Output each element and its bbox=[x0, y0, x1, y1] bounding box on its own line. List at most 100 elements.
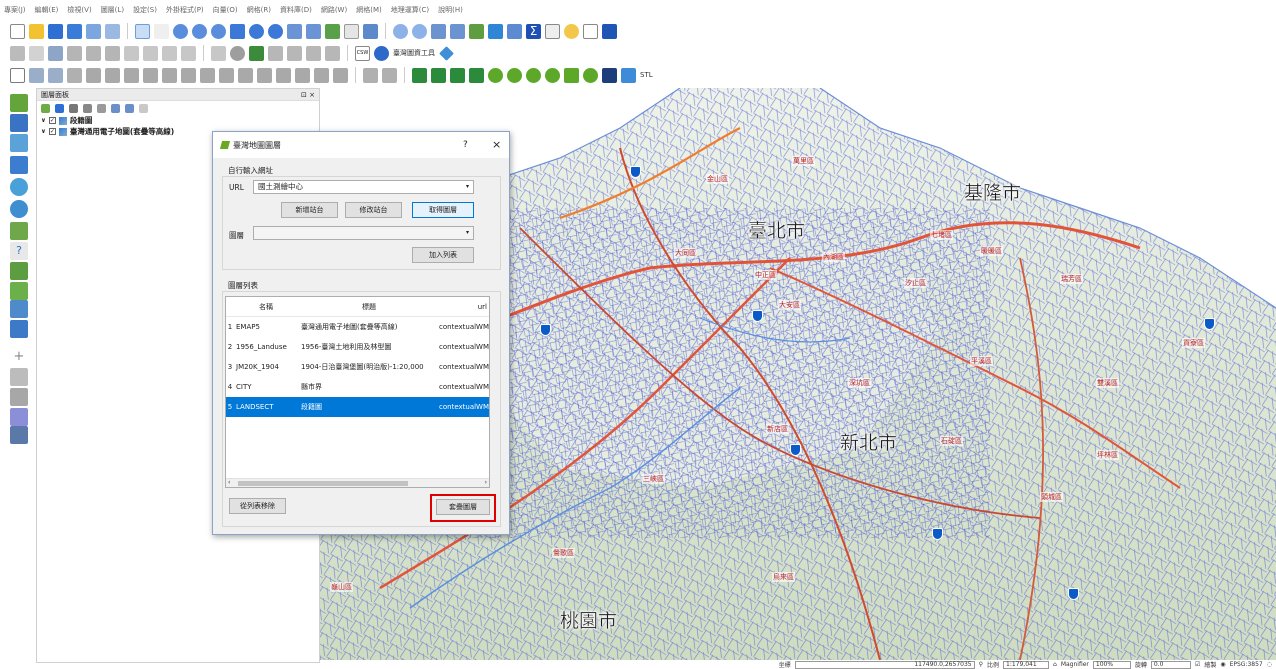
add-wcs-icon[interactable] bbox=[10, 408, 28, 426]
open-layer-styling-icon[interactable] bbox=[41, 103, 50, 113]
add-wms-icon[interactable] bbox=[10, 200, 28, 218]
trace-icon[interactable] bbox=[363, 67, 378, 83]
simplify-icon[interactable] bbox=[105, 67, 120, 83]
clip-icon[interactable] bbox=[526, 67, 541, 83]
add-wfs-icon[interactable] bbox=[10, 222, 28, 240]
raster-align-icon[interactable] bbox=[431, 67, 446, 83]
new-project-icon[interactable] bbox=[10, 23, 25, 39]
histogram-icon[interactable] bbox=[450, 67, 465, 83]
scroll-right-icon[interactable]: › bbox=[485, 479, 487, 486]
deselect-icon[interactable] bbox=[450, 23, 465, 39]
new-temp-layer-icon[interactable] bbox=[10, 320, 28, 338]
cut-features-icon[interactable] bbox=[143, 45, 158, 61]
csw-icon[interactable]: CSW bbox=[355, 45, 370, 61]
measure-icon[interactable] bbox=[545, 23, 560, 39]
pan-to-selection-icon[interactable] bbox=[154, 23, 169, 39]
collapse-all-icon[interactable] bbox=[125, 103, 134, 113]
menu-item[interactable]: 網路(W) bbox=[321, 5, 347, 15]
add-layer-icon[interactable] bbox=[10, 368, 28, 386]
crs-label[interactable]: EPSG:3857 bbox=[1230, 661, 1263, 668]
column-header-url[interactable]: url bbox=[437, 303, 489, 311]
scale-field[interactable]: 1:179,041 bbox=[1003, 660, 1050, 669]
crs-globe-icon[interactable]: ◉ bbox=[1220, 661, 1225, 668]
split-features-icon[interactable] bbox=[257, 67, 272, 83]
redo-icon[interactable] bbox=[48, 67, 63, 83]
table-row[interactable]: 3 JM20K_1904 1904-日治臺灣堡圖(明治版)-1:20,000 c… bbox=[226, 357, 489, 377]
messages-icon[interactable]: ◌ bbox=[1267, 661, 1272, 668]
statistics-icon[interactable] bbox=[507, 23, 522, 39]
field-calculator-icon[interactable] bbox=[488, 23, 503, 39]
zoom-to-selection-icon[interactable] bbox=[230, 23, 245, 39]
menu-item[interactable]: 專案(J) bbox=[4, 5, 26, 15]
pan-map-icon[interactable] bbox=[135, 23, 150, 39]
menu-item[interactable]: 編輯(E) bbox=[35, 5, 59, 15]
new-shapefile-icon[interactable] bbox=[10, 282, 28, 300]
fetch-layers-button[interactable]: 取得圖層 bbox=[412, 202, 474, 218]
tips-icon[interactable] bbox=[564, 23, 579, 39]
menu-item[interactable]: 圖層(L) bbox=[101, 5, 124, 15]
magnifier-field[interactable]: 100% bbox=[1092, 660, 1131, 669]
delete-part-icon[interactable] bbox=[200, 67, 215, 83]
print-layout-icon[interactable] bbox=[86, 23, 101, 39]
add-raster-layer-icon[interactable] bbox=[10, 114, 28, 132]
merge-attributes-icon[interactable] bbox=[314, 67, 329, 83]
scrollbar-thumb[interactable] bbox=[238, 481, 408, 486]
scale-lock-icon[interactable]: ⌂ bbox=[1053, 661, 1057, 668]
new-map-view-icon[interactable] bbox=[325, 23, 340, 39]
menu-item[interactable]: 資料庫(D) bbox=[280, 5, 312, 15]
python-console-icon[interactable] bbox=[602, 23, 617, 39]
chevron-down-icon[interactable]: ∨ bbox=[41, 117, 46, 124]
layer-checkbox[interactable]: ✓ bbox=[48, 117, 56, 124]
stretch-icon[interactable] bbox=[469, 67, 484, 83]
identify-icon[interactable] bbox=[393, 23, 408, 39]
menu-item[interactable]: 地理運算(C) bbox=[391, 5, 429, 15]
save-project-icon[interactable] bbox=[48, 23, 63, 39]
modify-attributes-icon[interactable] bbox=[105, 45, 120, 61]
layer-select[interactable]: ▾ bbox=[253, 226, 474, 240]
copy-features-icon[interactable] bbox=[162, 45, 177, 61]
new-geopackage-icon[interactable] bbox=[10, 300, 28, 318]
add-ring-icon[interactable] bbox=[124, 67, 139, 83]
delete-selected-icon[interactable] bbox=[124, 45, 139, 61]
vector-grid-icon[interactable] bbox=[488, 67, 503, 83]
expand-all-icon[interactable] bbox=[111, 103, 120, 113]
remove-from-list-button[interactable]: 從列表移除 bbox=[229, 498, 286, 514]
horizontal-scrollbar[interactable]: ‹ › bbox=[226, 478, 489, 487]
split-parts-icon[interactable] bbox=[276, 67, 291, 83]
menu-item[interactable]: 向量(O) bbox=[213, 5, 238, 15]
layer-list-table[interactable]: 名稱 標題 url 1 EMAP5 臺灣通用電子地圖(套疊等高線) contex… bbox=[225, 296, 490, 488]
edit-site-button[interactable]: 修改站台 bbox=[345, 202, 402, 218]
open-project-icon[interactable] bbox=[29, 23, 44, 39]
diamond-icon[interactable] bbox=[439, 45, 454, 61]
grid-plugin-icon[interactable] bbox=[564, 67, 579, 83]
zoom-out-icon[interactable] bbox=[192, 23, 207, 39]
rotate-symbols-icon[interactable] bbox=[333, 67, 348, 83]
help-button[interactable]: ? bbox=[463, 140, 468, 150]
snapping-icon[interactable] bbox=[382, 67, 397, 83]
diagram-icon[interactable] bbox=[325, 45, 340, 61]
add-xyz-icon[interactable] bbox=[10, 426, 28, 444]
table-row[interactable]: 1 EMAP5 臺灣通用電子地圖(套疊等高線) contextualWMSLeg… bbox=[226, 317, 489, 337]
advanced-digitize-icon[interactable] bbox=[67, 67, 82, 83]
table-manager-icon[interactable] bbox=[602, 67, 617, 83]
url-select[interactable]: 國土測繪中心 ▾ bbox=[253, 180, 474, 194]
add-postgis-icon[interactable] bbox=[10, 178, 28, 196]
menu-item[interactable]: 網格(R) bbox=[247, 5, 271, 15]
add-virtual-layer-icon[interactable]: ? bbox=[10, 242, 28, 260]
move-label-icon[interactable] bbox=[268, 45, 283, 61]
paste-features-icon[interactable] bbox=[181, 45, 196, 61]
add-to-list-button[interactable]: 加入列表 bbox=[412, 247, 474, 263]
taiwan-map-plugin-icon[interactable] bbox=[374, 45, 389, 61]
layer-item[interactable]: ∨ ✓ 段籍圖 bbox=[37, 115, 319, 126]
filter-legend-icon[interactable] bbox=[83, 103, 92, 113]
refresh-icon[interactable] bbox=[363, 23, 378, 39]
dissolve-icon[interactable] bbox=[545, 67, 560, 83]
raster-calc-icon[interactable] bbox=[412, 67, 427, 83]
bookmark-icon[interactable] bbox=[344, 23, 359, 39]
manage-visibility-icon[interactable] bbox=[69, 103, 78, 113]
rotation-field[interactable]: 0.0 bbox=[1150, 660, 1191, 669]
layer-checkbox[interactable]: ✓ bbox=[48, 128, 56, 135]
buffer-icon[interactable] bbox=[507, 67, 522, 83]
zoom-full-icon[interactable] bbox=[211, 23, 226, 39]
data-source-manager-icon[interactable] bbox=[10, 67, 25, 83]
